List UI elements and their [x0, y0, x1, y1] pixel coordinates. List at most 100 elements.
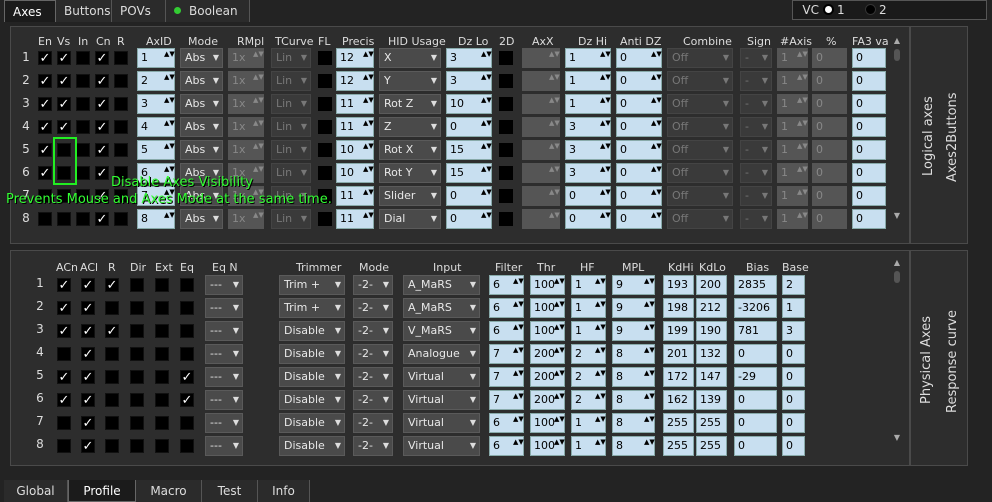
combine-dropdown[interactable]: Off ▼ — [667, 94, 733, 114]
hf-spinbox[interactable]: 1 ▲▼ — [571, 436, 606, 456]
2d-checkbox[interactable] — [499, 120, 513, 134]
mpl-spinbox[interactable]: 8 ▲▼ — [612, 436, 655, 456]
dzlo-spinbox[interactable]: 10 ▲▼ — [446, 94, 492, 114]
checkbox-ext[interactable] — [155, 439, 169, 453]
thr-spinbox[interactable]: 100 ▲▼ — [530, 298, 565, 318]
mode-dropdown[interactable]: Abs ▼ — [180, 140, 223, 160]
tcurve-dropdown[interactable]: Lin ▼ — [271, 48, 311, 68]
hf-spinbox[interactable]: 1 ▲▼ — [571, 298, 606, 318]
naxis-spinbox[interactable]: 1 ▲▼ — [777, 140, 808, 160]
checkbox-eq[interactable]: ✓ — [180, 393, 194, 407]
dzhi-spinbox[interactable]: 1 ▲▼ — [565, 94, 611, 114]
checkbox-r[interactable] — [114, 212, 128, 226]
checkbox-in[interactable] — [76, 74, 90, 88]
antidz-spinbox[interactable]: 0 ▲▼ — [616, 48, 662, 68]
pct-field[interactable]: 0 — [812, 186, 847, 206]
mpl-spinbox[interactable]: 9 ▲▼ — [612, 321, 655, 341]
combine-dropdown[interactable]: Off ▼ — [667, 71, 733, 91]
dzlo-spinbox[interactable]: 3 ▲▼ — [446, 71, 492, 91]
thr-spinbox[interactable]: 100 ▲▼ — [530, 413, 565, 433]
checkbox-acn[interactable]: ✓ — [57, 301, 71, 315]
tcurve-dropdown[interactable]: Lin ▼ — [271, 71, 311, 91]
kdlo-field[interactable]: 190 — [696, 321, 727, 341]
checkbox-vs[interactable]: ✓ — [57, 97, 71, 111]
checkbox-acn[interactable]: ✓ — [57, 324, 71, 338]
checkbox-dir[interactable] — [130, 393, 144, 407]
filter-spinbox[interactable]: 6 ▲▼ — [489, 413, 524, 433]
eqn-dropdown[interactable]: --- ▼ — [205, 321, 243, 341]
antidz-spinbox[interactable]: 0 ▲▼ — [616, 71, 662, 91]
checkbox-vs[interactable]: ✓ — [57, 51, 71, 65]
combine-dropdown[interactable]: Off ▼ — [667, 48, 733, 68]
precis-spinbox[interactable]: 11 ▲▼ — [336, 209, 374, 229]
checkbox-r[interactable] — [105, 393, 119, 407]
base-field[interactable]: 1 — [782, 298, 805, 318]
checkbox-acl[interactable]: ✓ — [81, 416, 95, 430]
mode-dropdown[interactable]: Abs ▼ — [180, 71, 223, 91]
checkbox-acl[interactable]: ✓ — [81, 301, 95, 315]
mpl-spinbox[interactable]: 8 ▲▼ — [612, 344, 655, 364]
axx-spinbox[interactable]: ▲▼ — [522, 71, 560, 91]
input-dropdown[interactable]: Virtual ▼ — [403, 390, 480, 410]
checkbox-acn[interactable]: ✓ — [57, 278, 71, 292]
trimmer-dropdown[interactable]: Trim + ▼ — [279, 275, 345, 295]
input-dropdown[interactable]: Virtual ▼ — [403, 436, 480, 456]
checkbox-acl[interactable]: ✓ — [81, 347, 95, 361]
naxis-spinbox[interactable]: 1 ▲▼ — [777, 163, 808, 183]
sign-dropdown[interactable]: - ▼ — [740, 48, 772, 68]
checkbox-en[interactable] — [38, 212, 52, 226]
mode-dropdown[interactable]: -2- ▼ — [353, 275, 393, 295]
combine-dropdown[interactable]: Off ▼ — [667, 186, 733, 206]
checkbox-acl[interactable]: ✓ — [81, 393, 95, 407]
mpl-spinbox[interactable]: 8 ▲▼ — [612, 390, 655, 410]
pct-field[interactable]: 0 — [812, 94, 847, 114]
checkbox-vs[interactable]: ✓ — [57, 74, 71, 88]
fl-checkbox[interactable] — [318, 143, 332, 157]
rmpl-spinbox[interactable]: 1x ▲▼ — [228, 117, 264, 137]
kdlo-field[interactable]: 147 — [696, 367, 727, 387]
checkbox-in[interactable] — [76, 97, 90, 111]
dzhi-spinbox[interactable]: 3 ▲▼ — [565, 163, 611, 183]
checkbox-dir[interactable] — [130, 439, 144, 453]
input-dropdown[interactable]: Analogue ▼ — [403, 344, 480, 364]
base-field[interactable]: 0 — [782, 390, 805, 410]
checkbox-acn[interactable]: ✓ — [57, 370, 71, 384]
checkbox-cn[interactable]: ✓ — [95, 120, 109, 134]
2d-checkbox[interactable] — [499, 166, 513, 180]
naxis-spinbox[interactable]: 1 ▲▼ — [777, 94, 808, 114]
tcurve-dropdown[interactable]: Lin ▼ — [271, 163, 311, 183]
mpl-spinbox[interactable]: 8 ▲▼ — [612, 367, 655, 387]
kdhi-field[interactable]: 193 — [663, 275, 694, 295]
filter-spinbox[interactable]: 7 ▲▼ — [489, 367, 524, 387]
combine-dropdown[interactable]: Off ▼ — [667, 209, 733, 229]
sign-dropdown[interactable]: - ▼ — [740, 71, 772, 91]
hid-usage-dropdown[interactable]: Rot X ▼ — [379, 140, 441, 160]
hid-usage-dropdown[interactable]: Z ▼ — [379, 117, 441, 137]
mpl-spinbox[interactable]: 8 ▲▼ — [612, 413, 655, 433]
axx-spinbox[interactable]: ▲▼ — [522, 117, 560, 137]
hid-usage-dropdown[interactable]: Slider ▼ — [379, 186, 441, 206]
dzlo-spinbox[interactable]: 0 ▲▼ — [446, 117, 492, 137]
checkbox-eq[interactable] — [180, 439, 194, 453]
tab-macro[interactable]: Macro — [136, 480, 202, 502]
tab-test[interactable]: Test — [202, 480, 258, 502]
antidz-spinbox[interactable]: 0 ▲▼ — [616, 163, 662, 183]
mode-dropdown[interactable]: Abs ▼ — [180, 94, 223, 114]
axid-spinbox[interactable]: 1 ▲▼ — [137, 48, 175, 68]
axx-spinbox[interactable]: ▲▼ — [522, 94, 560, 114]
dzlo-spinbox[interactable]: 15 ▲▼ — [446, 140, 492, 160]
hf-spinbox[interactable]: 2 ▲▼ — [571, 390, 606, 410]
trimmer-dropdown[interactable]: Trim + ▼ — [279, 298, 345, 318]
checkbox-acl[interactable]: ✓ — [81, 278, 95, 292]
thr-spinbox[interactable]: 200 ▲▼ — [530, 367, 565, 387]
tab-buttons[interactable]: Buttons — [56, 0, 112, 22]
fa3-field[interactable]: 0 — [852, 209, 886, 229]
naxis-spinbox[interactable]: 1 ▲▼ — [777, 48, 808, 68]
tab-axes[interactable]: Axes — [4, 0, 56, 22]
axid-spinbox[interactable]: 8 ▲▼ — [137, 209, 175, 229]
dzlo-spinbox[interactable]: 15 ▲▼ — [446, 163, 492, 183]
kdlo-field[interactable]: 139 — [696, 390, 727, 410]
hid-usage-dropdown[interactable]: X ▼ — [379, 48, 441, 68]
checkbox-dir[interactable] — [130, 301, 144, 315]
bias-field[interactable]: 0 — [734, 413, 777, 433]
